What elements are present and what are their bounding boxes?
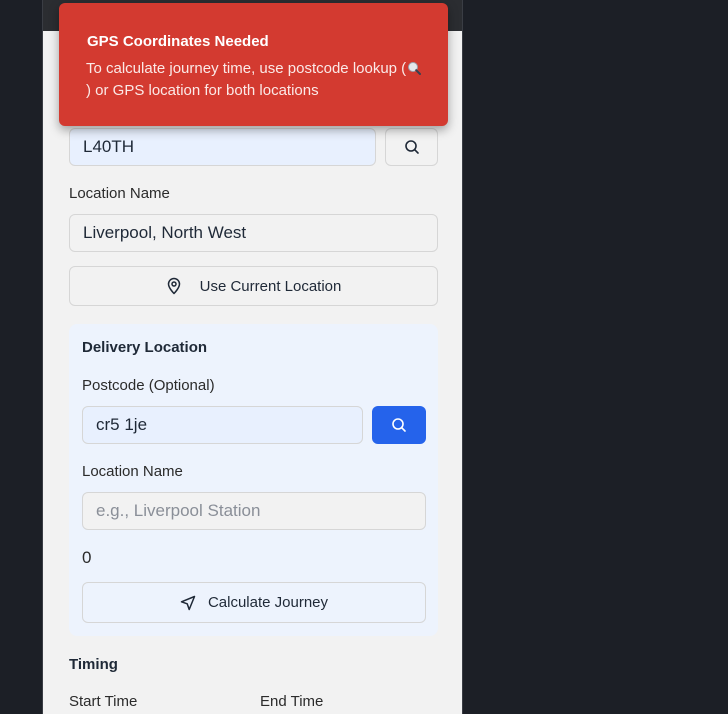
pickup-location-name-input[interactable]: Liverpool, North West (69, 214, 438, 252)
journey-counter: 0 (82, 548, 92, 567)
timing-title: Timing (69, 656, 118, 673)
magnifier-icon (407, 60, 422, 75)
start-time-label: Start Time (69, 693, 138, 710)
toast-message: To calculate journey time, use postcode … (86, 58, 426, 102)
delivery-location-name-label: Location Name (82, 463, 183, 480)
toast-title: GPS Coordinates Needed (87, 33, 269, 50)
delivery-postcode-value: cr5 1je (96, 415, 148, 434)
delivery-postcode-search-button[interactable] (372, 406, 426, 444)
search-icon (391, 417, 407, 433)
search-icon (404, 139, 420, 155)
pickup-location-name-value: Liverpool, North West (83, 223, 247, 242)
delivery-location-name-placeholder: e.g., Liverpool Station (96, 501, 261, 520)
delivery-location-title: Delivery Location (82, 339, 208, 356)
pickup-location-name-label: Location Name (69, 185, 170, 202)
toast-message-part2: ) or GPS location for both locations (86, 82, 319, 99)
error-toast[interactable]: GPS Coordinates Needed To calculate jour… (59, 3, 448, 126)
calculate-journey-button[interactable]: Calculate Journey (82, 582, 426, 623)
delivery-postcode-label: Postcode (Optional) (82, 377, 215, 394)
pickup-postcode-input[interactable]: L40TH (69, 128, 376, 166)
navigation-arrow-icon (180, 595, 196, 611)
use-current-location-label: Use Current Location (199, 277, 342, 295)
pickup-postcode-search-button[interactable] (385, 128, 438, 166)
use-current-location-button[interactable]: Use Current Location (69, 266, 438, 306)
calculate-journey-label: Calculate Journey (207, 594, 329, 611)
end-time-label: End Time (260, 693, 324, 710)
delivery-postcode-input[interactable]: cr5 1je (82, 406, 363, 444)
map-pin-icon (166, 277, 182, 295)
toast-message-part1: To calculate journey time, use postcode … (86, 60, 407, 77)
pickup-postcode-value: L40TH (83, 137, 135, 156)
delivery-location-name-input[interactable]: e.g., Liverpool Station (82, 492, 426, 530)
